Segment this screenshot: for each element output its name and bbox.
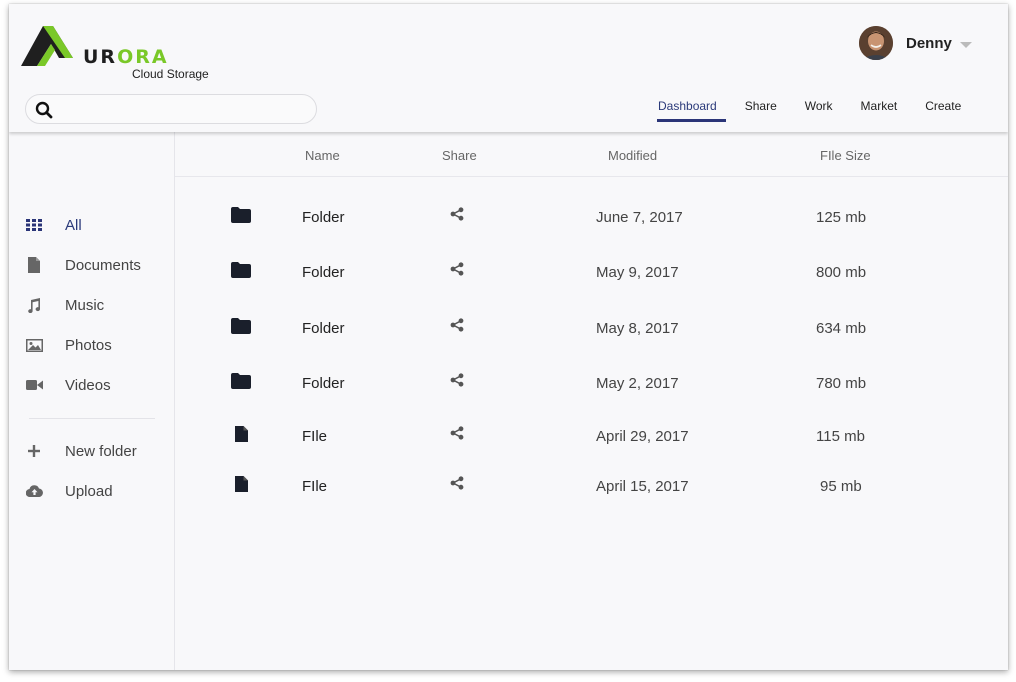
file-name[interactable]: Folder	[302, 209, 345, 226]
column-header-size[interactable]: FIle Size	[820, 148, 871, 163]
file-table: Name Share Modified FIle Size Folder June…	[175, 132, 1008, 670]
image-icon	[23, 338, 45, 352]
file-icon	[235, 476, 248, 496]
file-name[interactable]: Folder	[302, 320, 345, 337]
column-header-share[interactable]: Share	[442, 148, 477, 163]
share-icon[interactable]	[450, 476, 464, 494]
tab-market[interactable]: Market	[852, 99, 907, 123]
document-icon	[23, 257, 45, 273]
table-row[interactable]: FIle April 15, 2017 95 mb	[175, 473, 1008, 503]
tab-dashboard[interactable]: Dashboard	[649, 99, 726, 123]
folder-icon	[231, 373, 251, 393]
table-row[interactable]: FIle April 29, 2017 115 mb	[175, 423, 1008, 453]
avatar[interactable]	[859, 26, 893, 60]
file-name[interactable]: FIle	[302, 478, 327, 495]
table-row[interactable]: Folder June 7, 2017 125 mb	[175, 204, 1008, 234]
top-nav: Dashboard Share Work Market Create	[649, 99, 980, 129]
modified-date: May 2, 2017	[596, 375, 679, 392]
share-icon[interactable]	[450, 207, 464, 225]
table-row[interactable]: Folder May 2, 2017 780 mb	[175, 370, 1008, 400]
logo-subtitle: Cloud Storage	[132, 67, 209, 81]
sidebar-item-photos[interactable]: Photos	[23, 333, 112, 357]
music-note-icon	[23, 297, 45, 313]
modified-date: April 29, 2017	[596, 428, 689, 445]
modified-date: May 8, 2017	[596, 320, 679, 337]
sidebar-divider	[29, 418, 155, 419]
user-menu[interactable]: Denny	[859, 26, 972, 60]
sidebar-item-videos[interactable]: Videos	[23, 373, 111, 397]
header: URORA Cloud Storage Denny Dashboard Shar…	[9, 4, 1008, 132]
cloud-upload-icon	[23, 485, 45, 497]
file-size: 125 mb	[816, 209, 867, 226]
sidebar-item-label: Music	[65, 296, 105, 314]
search-icon[interactable]	[35, 101, 53, 119]
folder-icon	[231, 207, 251, 227]
tab-create[interactable]: Create	[916, 99, 970, 123]
share-icon[interactable]	[450, 318, 464, 336]
sidebar: All Documents Music Photos Videos New fo…	[9, 132, 175, 670]
upload-button[interactable]: Upload	[23, 479, 113, 503]
modified-date: April 15, 2017	[596, 478, 689, 495]
logo-wordmark-green: ORA	[117, 46, 169, 68]
sidebar-item-music[interactable]: Music	[23, 293, 104, 317]
app-window: URORA Cloud Storage Denny Dashboard Shar…	[9, 4, 1008, 670]
modified-date: June 7, 2017	[596, 209, 683, 226]
file-icon	[235, 426, 248, 446]
file-name[interactable]: Folder	[302, 375, 345, 392]
share-icon[interactable]	[450, 262, 464, 280]
sidebar-item-all[interactable]: All	[23, 213, 82, 237]
user-name[interactable]: Denny	[906, 35, 952, 52]
table-row[interactable]: Folder May 9, 2017 800 mb	[175, 259, 1008, 289]
file-size: 634 mb	[816, 320, 867, 337]
logo-wordmark-dark: UR	[83, 46, 118, 68]
search-bar[interactable]	[25, 94, 317, 124]
folder-icon	[231, 262, 251, 282]
header-divider	[175, 176, 1008, 177]
sidebar-item-label: Documents	[65, 256, 141, 274]
file-name[interactable]: FIle	[302, 428, 327, 445]
sidebar-item-label: Videos	[65, 376, 111, 394]
sidebar-item-label: All	[65, 216, 82, 234]
avatar-photo-icon	[859, 26, 893, 60]
logo-mark-icon	[21, 26, 73, 66]
table-row[interactable]: Folder May 8, 2017 634 mb	[175, 315, 1008, 345]
logo-wordmark: URORA	[83, 46, 169, 68]
sidebar-item-label: Photos	[65, 336, 112, 354]
file-name[interactable]: Folder	[302, 264, 345, 281]
file-size: 800 mb	[816, 264, 867, 281]
tab-share[interactable]: Share	[736, 99, 786, 123]
chevron-down-icon[interactable]	[959, 41, 972, 48]
video-camera-icon	[23, 379, 45, 391]
file-size: 95 mb	[820, 478, 862, 495]
plus-icon	[23, 445, 45, 457]
upload-label: Upload	[65, 482, 113, 500]
new-folder-label: New folder	[65, 442, 137, 460]
grid-icon	[23, 219, 45, 231]
new-folder-button[interactable]: New folder	[23, 439, 137, 463]
file-size: 780 mb	[816, 375, 867, 392]
sidebar-item-documents[interactable]: Documents	[23, 253, 141, 277]
tab-work[interactable]: Work	[796, 99, 842, 123]
share-icon[interactable]	[450, 426, 464, 444]
share-icon[interactable]	[450, 373, 464, 391]
column-header-name[interactable]: Name	[305, 148, 340, 163]
modified-date: May 9, 2017	[596, 264, 679, 281]
folder-icon	[231, 318, 251, 338]
file-size: 115 mb	[816, 428, 865, 445]
column-header-modified[interactable]: Modified	[608, 148, 657, 163]
aurora-logo[interactable]: URORA Cloud Storage	[21, 24, 211, 81]
